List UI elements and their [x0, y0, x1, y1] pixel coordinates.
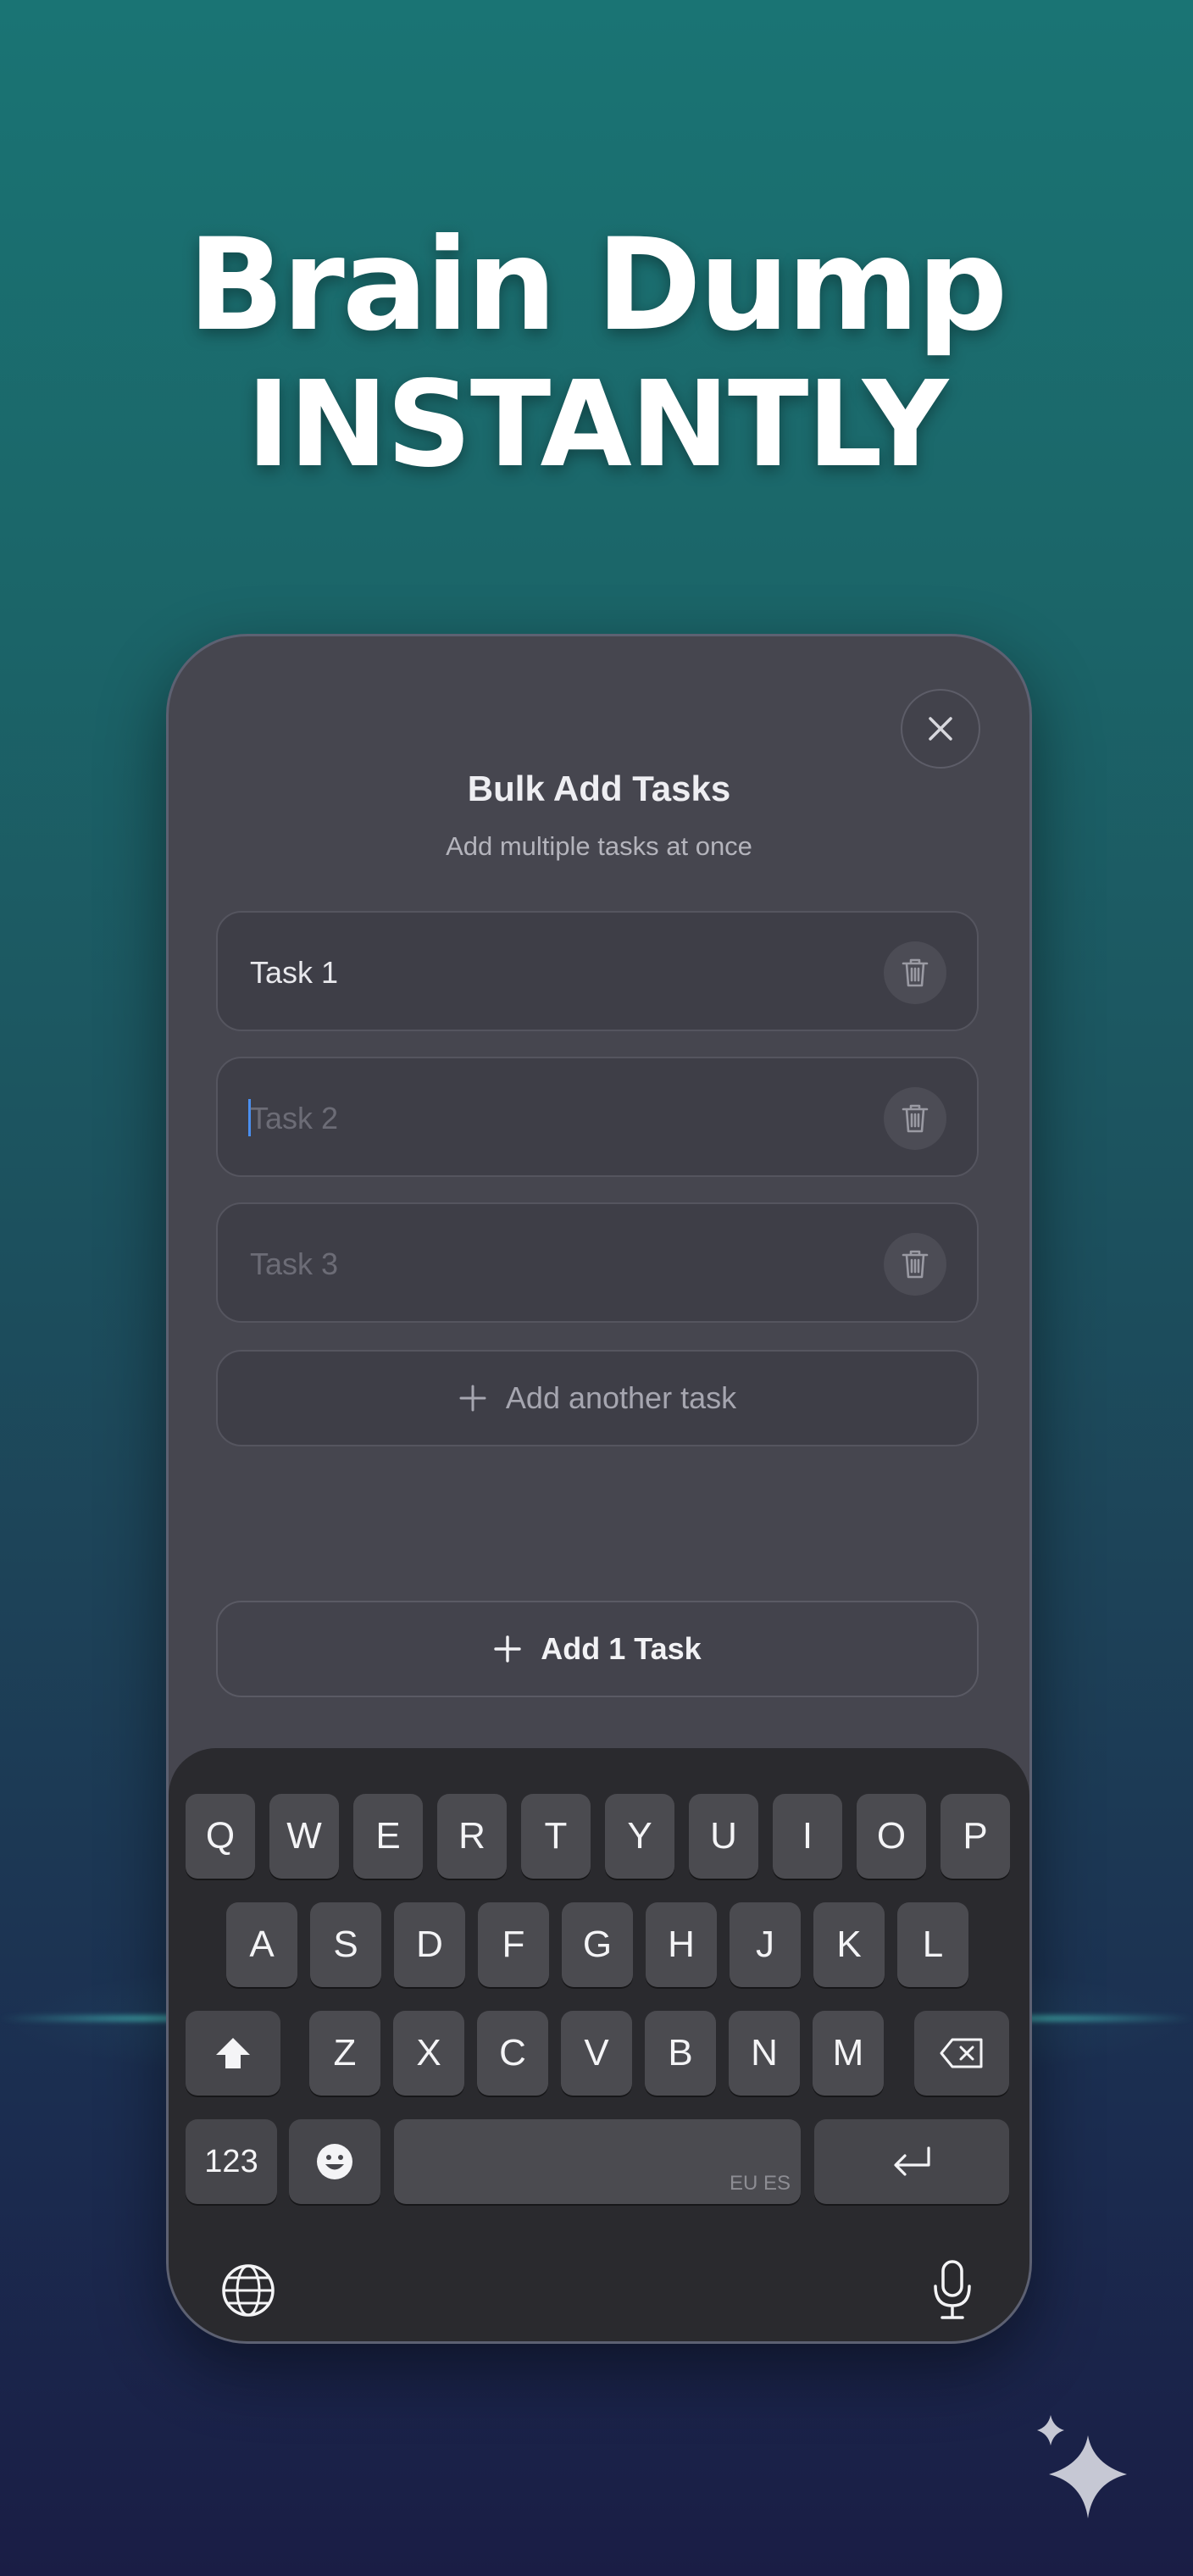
key-i[interactable]: I	[773, 1794, 842, 1879]
key-m[interactable]: M	[813, 2011, 884, 2096]
return-key[interactable]	[814, 2119, 1009, 2204]
delete-task-1-button[interactable]	[884, 941, 946, 1004]
plus-icon	[494, 1635, 521, 1663]
task-input-3-placeholder: Task 3	[250, 1246, 339, 1281]
headline-line-2: INSTANTLY	[246, 356, 949, 494]
key-v[interactable]: V	[561, 2011, 632, 2096]
task-input-1[interactable]: Task 1	[216, 911, 979, 1031]
return-icon	[894, 2146, 930, 2176]
add-tasks-button[interactable]: Add 1 Task	[216, 1601, 979, 1697]
key-w[interactable]: W	[269, 1794, 339, 1879]
trash-icon	[902, 1250, 929, 1279]
backspace-key[interactable]	[914, 2011, 1009, 2096]
task-input-2[interactable]: Task 2	[216, 1057, 979, 1177]
task-input-3[interactable]: Task 3	[216, 1202, 979, 1323]
emoji-key[interactable]	[289, 2119, 380, 2204]
key-e[interactable]: E	[353, 1794, 423, 1879]
key-s[interactable]: S	[310, 1902, 381, 1987]
trash-icon	[902, 1104, 929, 1133]
space-key[interactable]: EU ES	[394, 2119, 801, 2204]
emoji-icon	[317, 2144, 352, 2179]
trash-icon	[902, 958, 929, 987]
headline-line-1: Brain Dump	[187, 212, 1008, 359]
globe-button[interactable]	[218, 2260, 279, 2321]
plus-icon	[459, 1385, 486, 1412]
close-icon	[929, 717, 952, 741]
key-n[interactable]: N	[729, 2011, 800, 2096]
backspace-icon	[940, 2038, 983, 2068]
task-input-2-placeholder: Task 2	[250, 1101, 339, 1135]
microphone-icon	[934, 2260, 971, 2319]
key-b[interactable]: B	[645, 2011, 716, 2096]
add-tasks-label: Add 1 Task	[541, 1631, 702, 1666]
space-key-hint: EU ES	[729, 2172, 791, 2195]
key-r[interactable]: R	[437, 1794, 507, 1879]
key-g[interactable]: G	[562, 1902, 633, 1987]
close-button[interactable]	[901, 689, 980, 769]
shift-key[interactable]	[186, 2011, 280, 2096]
shift-icon	[216, 2038, 250, 2068]
key-h[interactable]: H	[646, 1902, 717, 1987]
key-k[interactable]: K	[813, 1902, 885, 1987]
key-f[interactable]: F	[478, 1902, 549, 1987]
key-p[interactable]: P	[941, 1794, 1010, 1879]
key-d[interactable]: D	[394, 1902, 465, 1987]
phone-mockup: Bulk Add Tasks Add multiple tasks at onc…	[166, 634, 1032, 2344]
key-q[interactable]: Q	[186, 1794, 255, 1879]
key-x[interactable]: X	[393, 2011, 464, 2096]
delete-task-3-button[interactable]	[884, 1233, 946, 1296]
key-y[interactable]: Y	[605, 1794, 674, 1879]
key-l[interactable]: L	[897, 1902, 968, 1987]
add-another-task-button[interactable]: Add another task	[216, 1350, 979, 1446]
add-another-task-label: Add another task	[505, 1380, 737, 1415]
sheet-title: Bulk Add Tasks	[467, 769, 731, 808]
key-t[interactable]: T	[521, 1794, 591, 1879]
key-a[interactable]: A	[226, 1902, 297, 1987]
microphone-button[interactable]	[923, 2257, 982, 2324]
numbers-key[interactable]: 123	[186, 2119, 277, 2204]
on-screen-keyboard: Q W E R T Y U I O P A S D F G H J K L Z …	[169, 1748, 1029, 2341]
key-j[interactable]: J	[730, 1902, 801, 1987]
delete-task-2-button[interactable]	[884, 1087, 946, 1150]
key-o[interactable]: O	[857, 1794, 926, 1879]
key-c[interactable]: C	[477, 2011, 548, 2096]
key-z[interactable]: Z	[309, 2011, 380, 2096]
sparkle-icon	[1037, 2415, 1127, 2518]
globe-icon	[222, 2264, 275, 2317]
sheet-subtitle: Add multiple tasks at once	[446, 831, 752, 861]
task-input-1-value: Task 1	[250, 955, 339, 990]
key-u[interactable]: U	[689, 1794, 758, 1879]
